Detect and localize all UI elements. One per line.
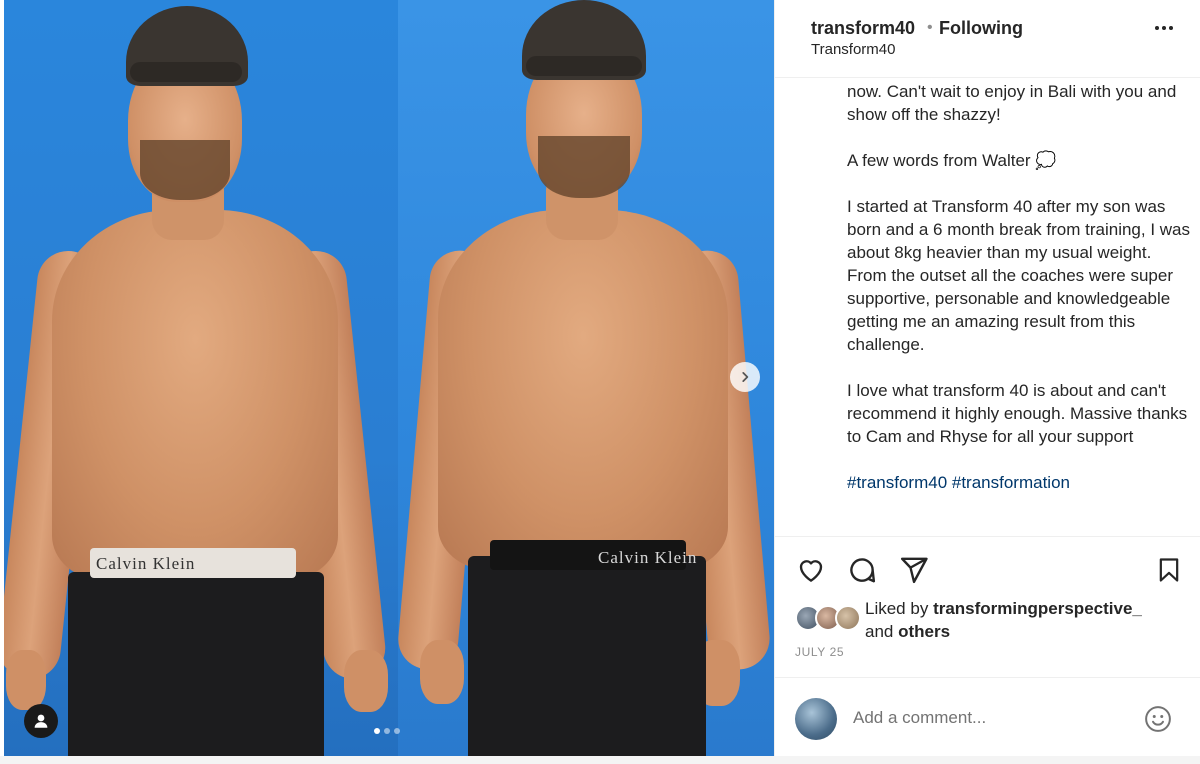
liked-by-user[interactable]: transformingperspective_ (933, 599, 1142, 618)
shorts (68, 572, 324, 756)
torso (438, 210, 728, 570)
beard (140, 140, 230, 200)
caption-gap (847, 172, 1193, 195)
heart-icon (799, 560, 823, 582)
torso (52, 210, 338, 580)
author-username[interactable]: transform40 (811, 18, 915, 39)
comment-input[interactable] (853, 708, 1113, 728)
following-button[interactable]: Following (939, 18, 1023, 39)
comment-button[interactable] (847, 555, 877, 590)
before-photo: Calvin Klein (4, 0, 398, 756)
caption-line: I love what transform 40 is about and ca… (847, 381, 1188, 446)
smiley-icon (1145, 706, 1171, 732)
liked-by-prefix: Liked by (865, 599, 929, 618)
caption-line: I started at Transform 40 after my son w… (847, 197, 1191, 354)
post-date[interactable]: JULY 25 (795, 645, 844, 659)
hand (420, 640, 464, 704)
like-button[interactable] (795, 555, 827, 590)
cap-brim (526, 56, 642, 76)
caption-gap (847, 448, 1193, 471)
caption-line: A few words from Walter 💭 (847, 151, 1057, 170)
paper-plane-icon (900, 557, 928, 584)
avatar (795, 698, 837, 740)
emoji-button[interactable] (1143, 704, 1173, 739)
avatar (835, 605, 861, 631)
carousel-dot (384, 728, 390, 734)
carousel-dot (394, 728, 400, 734)
caption-gap (847, 126, 1193, 149)
post-actions: Liked by transformingperspective_ and ot… (775, 536, 1200, 756)
waistband-text: Calvin Klein (598, 548, 698, 567)
after-photo: Calvin Klein (398, 0, 774, 756)
post-header: transform40 • Following Transform40 (775, 0, 1200, 78)
carousel-dot (374, 728, 380, 734)
liked-by-and: and (865, 622, 894, 641)
shorts (468, 556, 706, 756)
bookmark-icon (1159, 558, 1179, 582)
caption-hashtags[interactable]: #transform40 #transformation (847, 471, 1193, 494)
liked-by-text: Liked by transformingperspective_ and ot… (865, 597, 1185, 643)
tagged-users-button[interactable] (24, 704, 58, 738)
post-sidebar: transform40 • Following Transform40 now.… (774, 0, 1200, 756)
share-button[interactable] (899, 555, 929, 590)
comment-bubble-icon (850, 558, 876, 583)
post-media: Calvin Klein Calvin Klein (4, 0, 774, 756)
hand (6, 650, 46, 710)
liked-by-others[interactable]: others (898, 622, 950, 641)
author-subtitle: Transform40 (811, 41, 896, 58)
ellipsis-dot (1162, 26, 1166, 30)
caption-gap (847, 356, 1193, 379)
caption-line: now. Can't wait to enjoy in Bali with yo… (847, 82, 1177, 124)
beard (538, 136, 630, 198)
hand (344, 650, 388, 712)
post-caption: now. Can't wait to enjoy in Bali with yo… (847, 80, 1193, 536)
next-slide-button[interactable] (730, 362, 760, 392)
add-comment-row (775, 677, 1200, 757)
avatar-stack (795, 605, 861, 631)
save-button[interactable] (1155, 555, 1183, 590)
page-bottom-strip (0, 756, 1200, 764)
ellipsis-dot (1169, 26, 1173, 30)
separator-dot: • (927, 19, 933, 36)
chevron-right-icon (742, 372, 749, 382)
more-options-button[interactable] (1155, 26, 1173, 30)
cap-brim (130, 62, 242, 82)
person-icon (34, 714, 48, 728)
ellipsis-icon (1155, 26, 1159, 30)
waistband-text: Calvin Klein (96, 554, 196, 573)
carousel-indicator (374, 728, 400, 734)
